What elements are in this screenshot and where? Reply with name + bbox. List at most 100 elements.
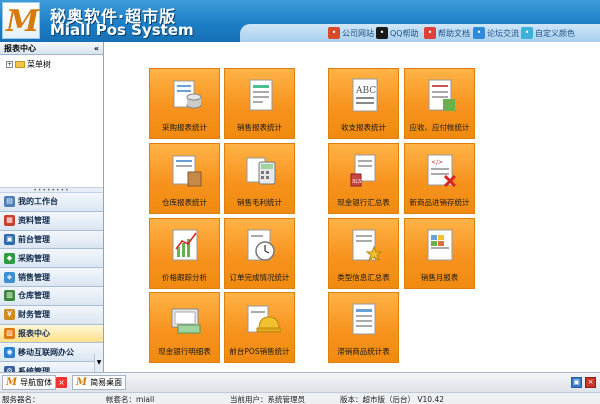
nav-item-label: 仓库管理 [18, 291, 50, 301]
status-bar: 服务器名： 帐套名：miall 当前用户：系统管理员 版本：超市版（后台） V1… [0, 392, 600, 404]
header-button-label: 自定义颜色 [535, 28, 575, 38]
forum-icon: • [473, 27, 485, 39]
help-doc-icon: • [424, 27, 436, 39]
nav-item-1[interactable]: ▦ 资料管理 [0, 211, 103, 231]
tree-node-label: 菜单树 [27, 60, 51, 69]
nav-icon: ◈ [4, 271, 15, 283]
task-label: 导航窗体 [20, 378, 53, 387]
tile-label: 应收、应付帐统计 [409, 123, 470, 132]
nav-item-label: 财务管理 [18, 310, 50, 320]
nav-item-label: 移动互联网办公 [18, 347, 74, 357]
tile-label: 前台POS销售统计 [229, 347, 290, 356]
close-window-icon[interactable]: × [585, 377, 596, 388]
purchase-report-icon [170, 77, 202, 115]
price-tracking-chart-icon [170, 227, 202, 265]
nav-icon: ▥ [4, 290, 15, 302]
report-tile-8[interactable]: 价格跟踪分析 [149, 218, 220, 289]
report-tile-0[interactable]: 采购报表统计 [149, 68, 220, 139]
nav-list: ▤ 我的工作台 ▦ 资料管理 ▣ 前台管理 ◆ 采购管理 ◈ 销售管理 ▥ 仓库管理 ￥ 财务管理 ▧ 报表中… [0, 193, 103, 400]
pos-sales-helmet-icon [245, 301, 282, 339]
report-tile-6[interactable]: XLS 现金银行汇总表 [328, 143, 399, 214]
app-title-en: Miall Pos System [50, 21, 194, 39]
app-window: M 秘奥软件·超市版 Miall Pos System • 公司网站 • QQ帮助 • 帮… [0, 0, 600, 404]
header-button-label: 论坛交流 [487, 28, 519, 38]
tile-label: 销售报表统计 [237, 123, 282, 132]
report-tile-1[interactable]: 销售报表统计 [224, 68, 295, 139]
tile-label: 订单完成情况统计 [229, 273, 290, 282]
nav-icon: ▤ [4, 196, 15, 208]
collapse-sidebar-button[interactable]: « [94, 44, 99, 53]
tile-label: 现金银行明细表 [158, 347, 211, 356]
nav-item-5[interactable]: ▥ 仓库管理 [0, 286, 103, 306]
report-tile-3[interactable]: 应收、应付帐统计 [404, 68, 475, 139]
logo-letter: M [6, 4, 39, 39]
nav-icon: ▧ [4, 327, 15, 339]
nav-scroll-down-icon[interactable]: ▼ [94, 354, 103, 372]
report-tile-12[interactable]: 现金银行明细表 [149, 292, 220, 363]
tree-expand-icon[interactable]: + [6, 61, 13, 68]
new-goods-stats-icon: </> [425, 152, 457, 190]
nav-item-label: 前台管理 [18, 234, 50, 244]
status-version: 版本：超市版（后台） V10.42 [340, 395, 444, 404]
nav-icon: ◆ [4, 252, 15, 264]
tile-label: 滞销商品统计表 [337, 347, 390, 356]
close-icon[interactable]: × [56, 377, 67, 388]
header-button-label: 帮助文档 [438, 28, 470, 38]
category-summary-icon [349, 227, 383, 265]
gross-profit-calculator-icon [245, 152, 277, 190]
report-center-panel: 采购报表统计 销售报表统计 ABC 收支报表统计 应收、应付帐统计仓库报表统计 销售毛利统… [105, 42, 600, 372]
tree-node-menu[interactable]: + 菜单树 [6, 59, 97, 70]
nav-icon: ◉ [4, 346, 15, 358]
svg-text:XLS: XLS [352, 179, 361, 185]
report-tile-5[interactable]: 销售毛利统计 [224, 143, 295, 214]
header-button-0[interactable]: • 公司网站 [328, 26, 374, 40]
menu-tree: + 菜单树 [0, 55, 103, 187]
report-tile-7[interactable]: </> 新商品进销存统计 [404, 143, 475, 214]
nav-item-6[interactable]: ￥ 财务管理 [0, 305, 103, 325]
monthly-sales-report-icon [425, 227, 457, 265]
nav-icon: ▦ [4, 215, 15, 227]
header-button-3[interactable]: • 论坛交流 [473, 26, 519, 40]
nav-item-label: 报表中心 [18, 328, 50, 338]
report-tile-10[interactable]: 类型信息汇总表 [328, 218, 399, 289]
task-navigation-window[interactable]: M 导航窗体 [2, 375, 57, 390]
tile-label: 仓库报表统计 [162, 198, 207, 207]
header-button-label: QQ帮助 [390, 28, 419, 38]
nav-item-7[interactable]: ▧ 报表中心 [0, 324, 103, 344]
report-tile-13[interactable]: 前台POS销售统计 [224, 292, 295, 363]
header-button-4[interactable]: • 自定义颜色 [521, 26, 575, 40]
nav-item-2[interactable]: ▣ 前台管理 [0, 230, 103, 250]
sidebar-title: 报表中心 [4, 43, 36, 53]
report-tile-9[interactable]: 订单完成情况统计 [224, 218, 295, 289]
home-icon: • [328, 27, 340, 39]
report-tile-14[interactable]: 滞销商品统计表 [328, 292, 399, 363]
app-logo: M [2, 2, 40, 39]
app-logo-small-icon: M [6, 377, 18, 388]
nav-item-4[interactable]: ◈ 销售管理 [0, 268, 103, 287]
taskbar: M 导航窗体 × M 简易桌面 ▣ × [0, 372, 600, 392]
nav-item-0[interactable]: ▤ 我的工作台 [0, 193, 103, 212]
tile-label: 采购报表统计 [162, 123, 207, 132]
report-tile-4[interactable]: 仓库报表统计 [149, 143, 220, 214]
nav-item-3[interactable]: ◆ 采购管理 [0, 249, 103, 269]
header-button-2[interactable]: • 帮助文档 [424, 26, 470, 40]
restore-window-icon[interactable]: ▣ [571, 377, 582, 388]
header-banner: M 秘奥软件·超市版 Miall Pos System • 公司网站 • QQ帮助 • 帮… [0, 0, 600, 42]
tile-label: 类型信息汇总表 [337, 273, 390, 282]
header-button-1[interactable]: • QQ帮助 [376, 26, 419, 40]
task-simple-desktop[interactable]: M 简易桌面 [72, 375, 127, 390]
report-tile-11[interactable]: 销售月报表 [404, 218, 475, 289]
status-server: 服务器名： [2, 395, 40, 404]
tile-label: 销售毛利统计 [237, 198, 282, 207]
folder-icon [15, 61, 25, 68]
app-logo-small-icon: M [76, 377, 88, 388]
report-tile-2[interactable]: ABC 收支报表统计 [328, 68, 399, 139]
tile-label: 收支报表统计 [341, 123, 386, 132]
task-label: 简易桌面 [90, 378, 123, 387]
sidebar: 报表中心 « + 菜单树 •••••••• ▤ 我的工作台 ▦ 资料管理 ▣ 前台管理 ◆ 采… [0, 42, 104, 400]
svg-text:</>: </> [431, 159, 443, 166]
order-completion-clock-icon [245, 227, 277, 265]
nav-item-label: 我的工作台 [18, 197, 58, 207]
nav-item-8[interactable]: ◉ 移动互联网办公 [0, 343, 103, 363]
nav-item-label: 销售管理 [18, 272, 50, 282]
